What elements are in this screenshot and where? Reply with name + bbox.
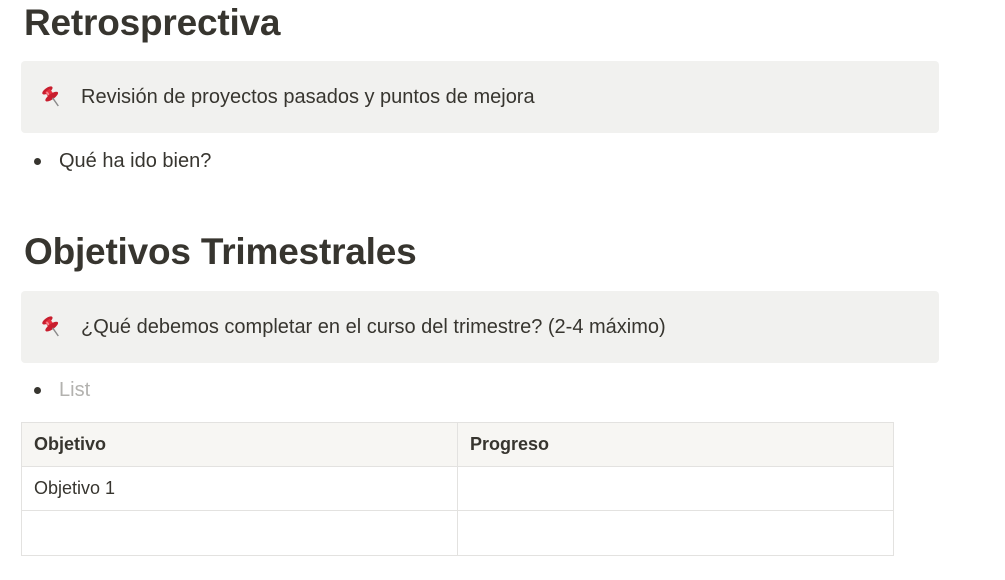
table-row: [21, 510, 894, 556]
table-cell[interactable]: [21, 510, 458, 556]
heading-objetivos-trimestrales[interactable]: Objetivos Trimestrales: [24, 229, 417, 275]
table-cell[interactable]: [457, 466, 894, 511]
table-row: Objetivo 1: [21, 466, 894, 511]
page: Retrosprectiva Revisión de proyectos pas…: [0, 0, 1005, 580]
callout-text[interactable]: ¿Qué debemos completar en el curso del t…: [81, 314, 666, 340]
table-cell[interactable]: Objetivo 1: [21, 466, 458, 511]
table-cell[interactable]: [457, 510, 894, 556]
callout-objetivos[interactable]: ¿Qué debemos completar en el curso del t…: [21, 291, 939, 363]
list-item[interactable]: Qué ha ido bien?: [34, 147, 211, 175]
list-item-placeholder[interactable]: List: [34, 376, 90, 404]
table-header-row: Objetivo Progreso: [21, 422, 894, 467]
column-header-objetivo[interactable]: Objetivo: [21, 422, 458, 467]
callout-text[interactable]: Revisión de proyectos pasados y puntos d…: [81, 84, 535, 110]
list-item-text[interactable]: Qué ha ido bien?: [59, 148, 211, 174]
bullet-dot-icon: [34, 387, 41, 394]
heading-retrospectiva[interactable]: Retrosprectiva: [24, 0, 281, 46]
callout-retrospectiva[interactable]: Revisión de proyectos pasados y puntos d…: [21, 61, 939, 133]
bullet-dot-icon: [34, 158, 41, 165]
column-header-progreso[interactable]: Progreso: [457, 422, 894, 467]
list-item-placeholder-text[interactable]: List: [59, 377, 90, 403]
pushpin-icon: [39, 314, 65, 340]
pushpin-icon: [39, 84, 65, 110]
objectives-table: Objetivo Progreso Objetivo 1: [21, 422, 894, 556]
